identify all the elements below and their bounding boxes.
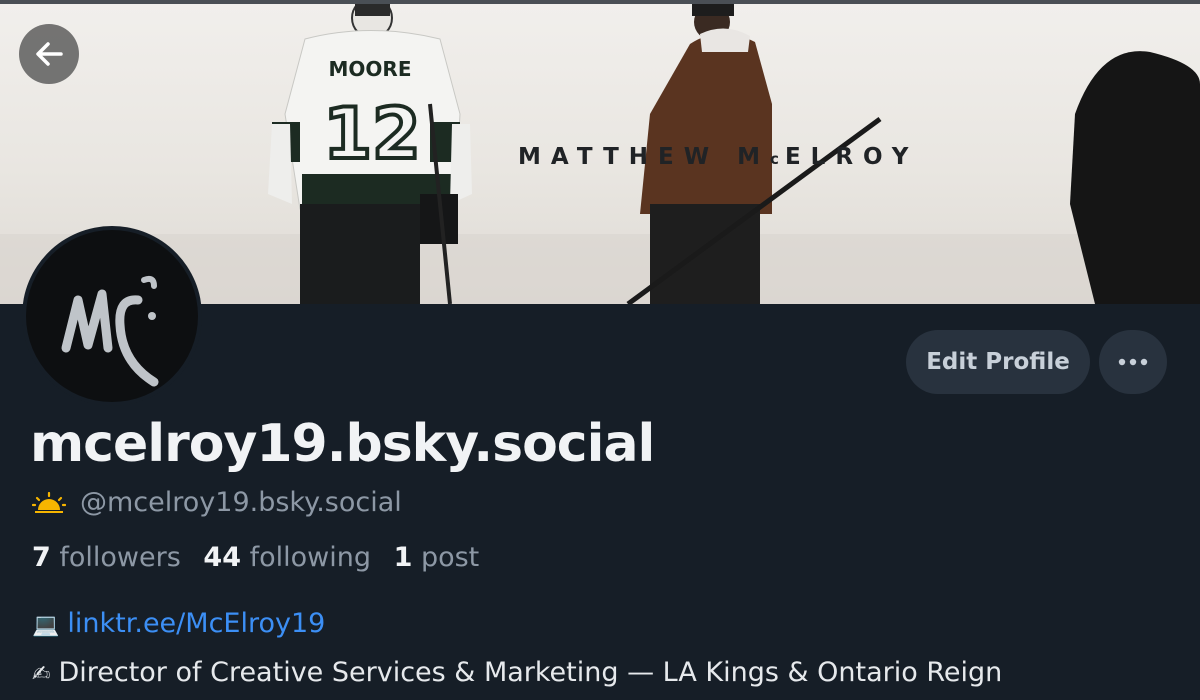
arrow-left-icon bbox=[36, 42, 63, 66]
bio-description: Director of Creative Services & Marketin… bbox=[58, 657, 1003, 688]
jersey-number: 12 bbox=[323, 93, 420, 175]
profile-stats: 7 followers 44 following 1 post bbox=[32, 542, 493, 573]
bio-description-line: ✍ Director of Creative Services & Marketi… bbox=[32, 649, 1002, 698]
following-stat[interactable]: 44 following bbox=[203, 542, 371, 573]
banner-title: MATTHEW McELROY bbox=[518, 144, 919, 170]
jersey-name: MOORE bbox=[329, 57, 412, 81]
ellipsis-icon bbox=[1118, 358, 1148, 366]
silhouette-figure bbox=[1070, 51, 1200, 304]
display-name: mcelroy19.bsky.social bbox=[30, 414, 655, 474]
mc-monogram-logo bbox=[61, 275, 159, 387]
writing-hand-icon: ✍ bbox=[32, 662, 51, 687]
handle: @mcelroy19.bsky.social bbox=[80, 487, 402, 518]
more-options-button[interactable] bbox=[1099, 330, 1167, 394]
sunrise-icon bbox=[32, 491, 66, 513]
laptop-icon: 💻 bbox=[32, 613, 60, 638]
followers-stat[interactable]: 7 followers bbox=[32, 542, 181, 573]
bio-link[interactable]: linktr.ee/McElroy19 bbox=[67, 608, 325, 639]
posts-stat: 1 post bbox=[393, 542, 480, 573]
handle-row: @mcelroy19.bsky.social bbox=[32, 487, 402, 518]
profile-bio: 💻 linktr.ee/McElroy19 ✍ Director of Creati… bbox=[32, 600, 1002, 698]
avatar-image bbox=[26, 230, 198, 402]
avatar[interactable] bbox=[22, 226, 202, 406]
back-button[interactable] bbox=[19, 24, 79, 84]
bio-link-line: 💻 linktr.ee/McElroy19 bbox=[32, 600, 1002, 649]
edit-profile-button[interactable]: Edit Profile bbox=[906, 330, 1090, 394]
